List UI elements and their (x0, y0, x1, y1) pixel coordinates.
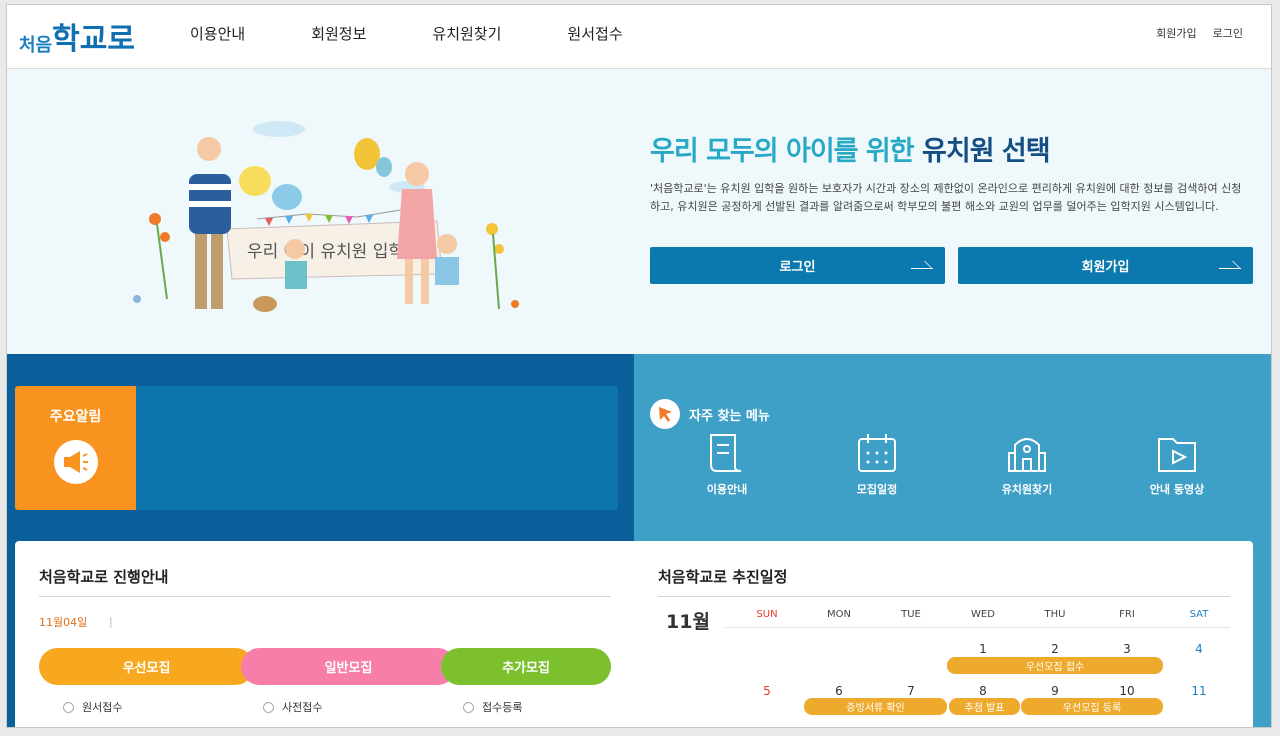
page-frame: 처음 학교로 이용안내 회원정보 유치원찾기 원서접수 회원가입 로그인 우리 … (6, 4, 1272, 728)
hero-section: 우리 아이 유치원 입학 우리 모두의 아이를 위한 유치원 선택 '처음학교로… (7, 69, 1271, 354)
day-5[interactable]: 5 (732, 684, 802, 698)
event-lottery-result[interactable]: 추첨 발표 (949, 698, 1020, 715)
dow-fri: FRI (1119, 609, 1135, 620)
day-6[interactable]: 6 (804, 684, 874, 698)
join-button-label: 회원가입 (1081, 260, 1130, 275)
event-priority-application[interactable]: 우선모집 접수 (947, 657, 1163, 674)
day-3[interactable]: 3 (1092, 642, 1162, 656)
calendar-divider (658, 596, 1230, 597)
quick-video-label: 안내 동영상 (1149, 483, 1205, 496)
hero-title-part2: 유치원 선택 (922, 136, 1051, 167)
video-folder-icon (1158, 438, 1196, 472)
day-10[interactable]: 10 (1092, 684, 1162, 698)
quick-video[interactable]: 안내 동영상 (1117, 431, 1237, 497)
step-registration-label: 접수등록 (482, 701, 523, 714)
join-button[interactable]: 회원가입 (958, 247, 1253, 284)
site-logo[interactable]: 처음 학교로 (19, 17, 135, 57)
quick-guide-label: 이용안내 (706, 483, 748, 496)
cursor-icon (650, 399, 680, 429)
family-illustration: 우리 아이 유치원 입학 (133, 121, 519, 312)
util-links: 회원가입 로그인 (1140, 25, 1243, 41)
day-4[interactable]: 4 (1164, 642, 1234, 656)
dow-sun: SUN (756, 609, 778, 620)
notice-panel: 주요알림 (15, 386, 618, 510)
day-7[interactable]: 7 (876, 684, 946, 698)
progress-title: 처음학교로 진행안내 (39, 568, 169, 586)
notice-label: 주요알림 (15, 386, 136, 510)
building-icon (1008, 438, 1046, 472)
dow-mon: MON (827, 609, 851, 620)
hero-title-part1: 우리 모두의 아이를 위한 (650, 136, 915, 167)
notice-label-text: 주요알림 (49, 409, 102, 425)
quick-menu-title: 자주 찾는 메뉴 (650, 399, 770, 429)
hero-banner-text: 우리 아이 유치원 입학 (247, 242, 404, 262)
dow-sat: SAT (1189, 609, 1209, 620)
dow-tue: TUE (901, 609, 921, 620)
day-9[interactable]: 9 (1020, 684, 1090, 698)
step-registration: 접수등록 (463, 699, 522, 715)
arrow-right-icon (911, 261, 933, 269)
step-application-label: 원서접수 (82, 701, 123, 714)
event-document-check[interactable]: 증빙서류 확인 (804, 698, 947, 715)
step-circle-icon (63, 701, 74, 713)
quick-find-kindergarten[interactable]: 유치원찾기 (967, 431, 1087, 497)
general-recruit-label: 일반모집 (324, 661, 373, 676)
calendar-header-line (725, 627, 1230, 628)
quick-schedule-label: 모집일정 (856, 483, 898, 496)
step-application: 원서접수 (63, 699, 122, 715)
util-login-link[interactable]: 로그인 (1213, 25, 1243, 41)
progress-date-separator: | (109, 615, 113, 628)
priority-recruit-label: 우선모집 (122, 661, 171, 676)
priority-recruit-tab[interactable]: 우선모집 (39, 648, 254, 685)
quick-menu-title-text: 자주 찾는 메뉴 (689, 408, 770, 424)
calendar-title: 처음학교로 추진일정 (658, 568, 788, 586)
additional-recruit-label: 추가모집 (502, 661, 550, 676)
nav-member-info[interactable]: 회원정보 (311, 23, 366, 45)
dow-wed: WED (971, 609, 995, 620)
nav-guide[interactable]: 이용안내 (190, 23, 245, 45)
megaphone-icon (53, 440, 98, 484)
logo-big-text: 학교로 (52, 22, 135, 57)
header: 처음 학교로 이용안내 회원정보 유치원찾기 원서접수 회원가입 로그인 (7, 5, 1271, 69)
additional-recruit-tab[interactable]: 추가모집 (441, 648, 611, 685)
progress-divider (39, 596, 611, 597)
hero-title: 우리 모두의 아이를 위한 유치원 선택 (650, 129, 1051, 168)
quick-guide[interactable]: 이용안내 (667, 431, 787, 497)
logo-small-text: 처음 (19, 35, 53, 56)
event-priority-registration[interactable]: 우선모집 등록 (1021, 698, 1163, 715)
quick-schedule[interactable]: 모집일정 (817, 431, 937, 497)
nav-find-kindergarten[interactable]: 유치원찾기 (432, 23, 501, 45)
step-pre-registration-label: 사전접수 (282, 701, 323, 714)
calendar-month: 11월 (666, 611, 710, 633)
progress-date: 11월04일 (39, 616, 88, 629)
info-panels: 처음학교로 진행안내 11월04일 | 우선모집 일반모집 추가모집 원서접수 … (15, 541, 1253, 727)
calendar-icon (858, 434, 896, 472)
day-11[interactable]: 11 (1164, 684, 1234, 698)
day-1[interactable]: 1 (948, 642, 1018, 656)
hero-description: '처음학교로'는 유치원 입학을 원하는 보호자가 시간과 장소의 제한없이 온… (650, 182, 1242, 213)
general-recruit-tab[interactable]: 일반모집 (241, 648, 456, 685)
step-circle-icon (463, 701, 474, 713)
nav-application[interactable]: 원서접수 (567, 23, 622, 45)
dow-thu: THU (1044, 609, 1066, 620)
quick-find-label: 유치원찾기 (1001, 483, 1053, 496)
login-button-label: 로그인 (779, 260, 816, 275)
util-join-link[interactable]: 회원가입 (1156, 25, 1196, 41)
day-8[interactable]: 8 (948, 684, 1018, 698)
document-icon (710, 434, 742, 472)
day-2[interactable]: 2 (1020, 642, 1090, 656)
login-button[interactable]: 로그인 (650, 247, 945, 284)
main-nav: 이용안내 회원정보 유치원찾기 원서접수 (190, 23, 689, 45)
step-circle-icon (263, 701, 274, 713)
arrow-right-icon (1219, 261, 1241, 269)
step-pre-registration: 사전접수 (263, 699, 322, 715)
